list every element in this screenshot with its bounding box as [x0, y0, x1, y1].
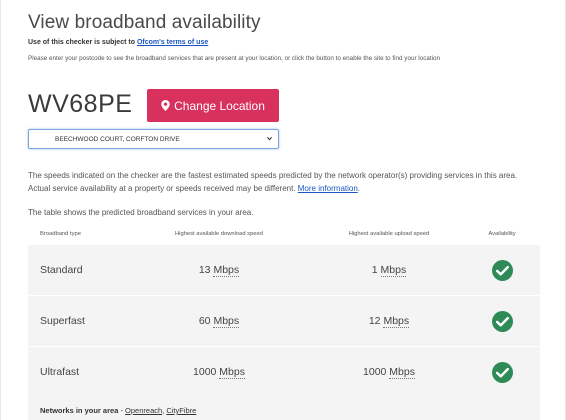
row-upload: 1000 Mbps [314, 366, 464, 379]
download-unit: Mbps [219, 366, 245, 379]
download-value: 1000 [193, 366, 217, 378]
row-availability [464, 310, 540, 332]
row-type: Superfast [40, 315, 85, 327]
check-circle-icon [491, 361, 513, 383]
network-link-cityfibre[interactable]: CityFibre [166, 406, 196, 415]
download-unit: Mbps [213, 264, 240, 277]
upload-value: 12 [368, 315, 381, 327]
speeds-disclaimer-end: . [357, 183, 361, 193]
row-download: 60 Mbps [124, 315, 314, 328]
upload-unit: Mbps [380, 264, 407, 277]
more-information-link[interactable]: More information [298, 184, 358, 193]
networks-in-area: Networks in your area - Openreach, CityF… [28, 392, 540, 420]
networks-label: Networks in your area [40, 406, 119, 415]
upload-unit: Mbps [383, 315, 410, 328]
intro-text: Please enter your postcode to see the br… [28, 55, 440, 62]
row-download: 1000 Mbps [124, 366, 314, 379]
change-location-button[interactable]: Change Location [147, 89, 279, 122]
change-location-label: Change Location [174, 98, 265, 113]
speeds-disclaimer-text: The speeds indicated on the checker are … [28, 171, 518, 193]
header-broadband-type: Broadband type [40, 231, 81, 237]
header-download: Highest available download speed [175, 231, 263, 237]
terms-notice: Use of this checker is subject to Ofcom'… [28, 39, 208, 46]
row-type: Ultrafast [40, 366, 80, 378]
table-intro: The table shows the predicted broadband … [28, 208, 254, 217]
table-row: Standard 13 Mbps 1 Mbps [28, 244, 540, 295]
speeds-disclaimer: The speeds indicated on the checker are … [28, 170, 540, 195]
row-type: Standard [40, 264, 83, 276]
postcode-display: WV68PE [28, 90, 133, 118]
table-row: Ultrafast 1000 Mbps 1000 Mbps [28, 346, 540, 397]
page: View broadband availability Use of this … [0, 0, 566, 420]
chevron-down-icon [267, 136, 272, 141]
download-unit: Mbps [213, 315, 240, 328]
check-circle-icon [491, 310, 513, 332]
page-title: View broadband availability [28, 12, 261, 33]
table-header: Broadband type Highest available downloa… [28, 224, 540, 244]
terms-prefix: Use of this checker is subject to [28, 39, 137, 46]
download-value: 13 [198, 264, 211, 276]
row-availability [464, 361, 540, 383]
download-value: 60 [198, 315, 211, 327]
row-availability [464, 259, 540, 281]
header-availability: Availability [488, 231, 516, 237]
row-download: 13 Mbps [124, 264, 314, 277]
header-upload: Highest available upload speed [348, 231, 430, 237]
address-selected-value: BEECHWOOD COURT, CORFTON DRIVE [55, 135, 180, 143]
upload-value: 1 [371, 264, 378, 276]
terms-link[interactable]: Ofcom's terms of use [137, 39, 208, 46]
upload-unit: Mbps [389, 366, 415, 379]
row-upload: 1 Mbps [314, 264, 464, 277]
broadband-table: Broadband type Highest available downloa… [28, 224, 540, 397]
network-link-openreach[interactable]: Openreach [125, 406, 162, 415]
check-circle-icon [491, 259, 513, 281]
row-upload: 12 Mbps [314, 315, 464, 328]
address-select[interactable]: BEECHWOOD COURT, CORFTON DRIVE [28, 129, 279, 149]
upload-value: 1000 [363, 366, 387, 378]
map-pin-icon [161, 100, 170, 111]
table-row: Superfast 60 Mbps 12 Mbps [28, 295, 540, 346]
